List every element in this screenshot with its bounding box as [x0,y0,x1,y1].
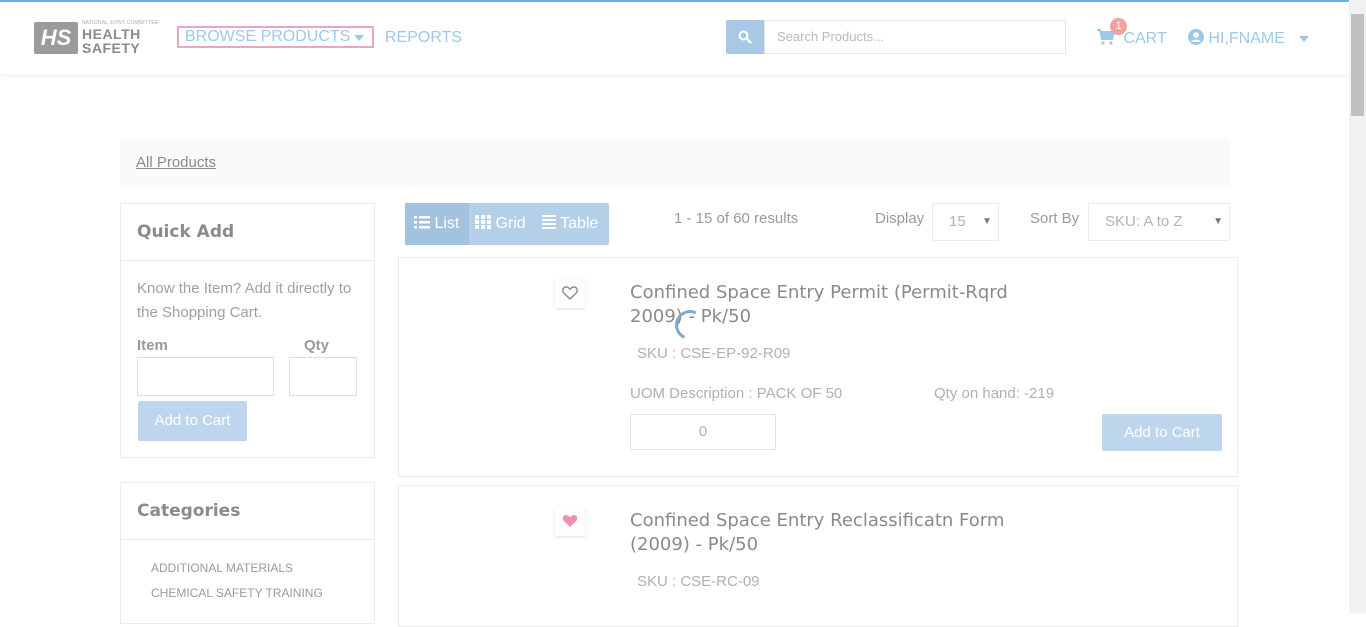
quick-add-title: Quick Add [121,204,374,261]
product-card: Confined Space Entry Reclassificatn Form… [398,485,1238,627]
sort-label: Sort By [1030,210,1080,227]
tab-table-view[interactable]: Table [542,203,609,245]
search-button[interactable] [726,20,764,54]
user-icon [1188,29,1204,45]
product-quantity-input[interactable]: 0 [630,414,776,450]
qty-label: Qty [304,337,330,354]
tab-list-view[interactable]: List [405,203,469,245]
tab-table-label: Table [560,215,599,232]
cart-label: CART [1123,30,1167,47]
chevron-down-icon [354,35,364,41]
qty-input[interactable] [289,357,357,396]
item-label: Item [137,337,168,354]
site-header: HS NATIONAL JOINT COMMITTEE HEALTH SAFET… [0,2,1349,74]
tab-grid-label: Grid [495,215,526,232]
tab-grid-view[interactable]: Grid [475,203,537,245]
product-name[interactable]: Confined Space Entry Reclassificatn Form… [630,509,1050,557]
view-mode-tabs: List Grid Table [405,203,609,245]
results-count: 1 - 15 of 60 results [674,210,799,227]
categories-title: Categories [121,483,374,540]
browse-products-label: BROWSE PRODUCTS [185,28,351,45]
chevron-down-icon: ▼ [1213,216,1223,227]
list-icon [414,216,430,229]
page-scrollbar[interactable] [1349,0,1366,613]
grid-icon [475,215,491,229]
browse-products-menu[interactable]: BROWSE PRODUCTS [177,26,374,48]
search-icon [738,30,752,44]
sort-select-value: SKU: A to Z [1105,213,1183,230]
health-safety-logo[interactable]: HS NATIONAL JOINT COMMITTEE HEALTH SAFET… [34,20,158,56]
product-uom: UOM Description : PACK OF 50 [630,385,843,402]
favorite-button[interactable] [555,506,585,536]
tab-list-label: List [434,215,460,232]
product-sku: SKU : CSE-RC-09 [637,573,760,590]
breadcrumb-all-products[interactable]: All Products [136,154,216,171]
item-input[interactable] [137,357,274,396]
display-select[interactable]: 15 ▼ [932,203,999,241]
user-menu[interactable]: HI,FNAME [1188,29,1310,48]
quick-add-button[interactable]: Add to Cart [138,401,247,441]
search-input[interactable]: Search Products... [764,20,1066,54]
product-sku: SKU : CSE-EP-92-R09 [637,345,791,362]
heart-filled-icon [562,514,578,527]
display-label: Display [875,210,925,227]
table-icon [542,215,556,229]
categories-panel: Categories ADDITIONAL MATERIALS CHEMICAL… [120,482,375,624]
quick-add-description: Know the Item? Add it directly to the Sh… [137,280,352,321]
favorite-button[interactable] [555,278,585,308]
product-qty-on-hand: Qty on hand: -219 [934,385,1055,402]
heart-outline-icon [562,286,578,300]
cart-count-badge: 1 [1110,18,1127,35]
chevron-down-icon [1299,35,1310,42]
reports-link[interactable]: REPORTS [385,29,462,47]
category-item[interactable]: ADDITIONAL MATERIALS [151,561,293,575]
cart-link[interactable]: CART [1097,29,1167,48]
add-to-cart-button[interactable]: Add to Cart [1102,414,1222,451]
category-item[interactable]: CHEMICAL SAFETY TRAINING [151,586,323,600]
quick-add-panel: Quick Add Know the Item? Add it directly… [120,203,375,458]
chevron-down-icon: ▼ [982,216,992,227]
scrollbar-thumb[interactable] [1351,14,1364,116]
logo-line-2: SAFETY [82,40,141,56]
sort-select[interactable]: SKU: A to Z ▼ [1088,203,1230,241]
product-card: Confined Space Entry Permit (Permit-Rqrd… [398,257,1238,477]
logo-mark: HS [34,22,78,54]
breadcrumb: All Products [120,139,1230,186]
display-select-value: 15 [949,213,966,230]
user-greeting: HI,FNAME [1208,30,1285,47]
